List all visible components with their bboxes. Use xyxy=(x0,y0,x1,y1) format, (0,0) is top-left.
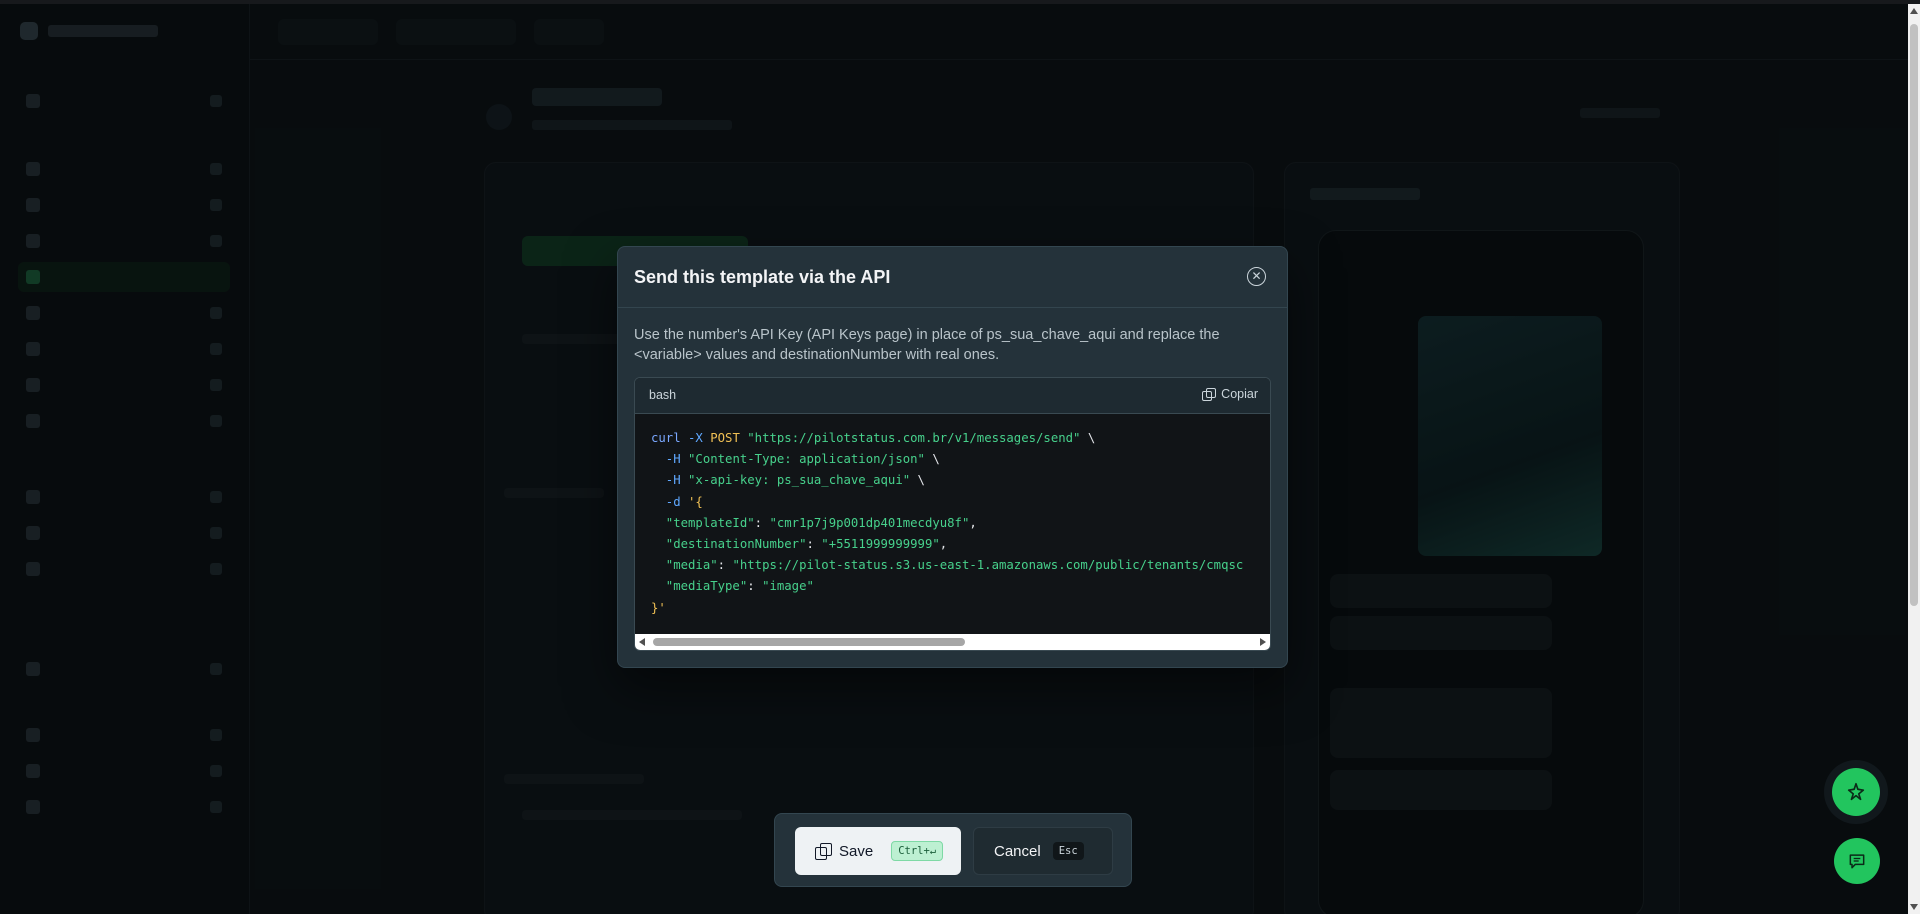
page-scrollbar[interactable] xyxy=(1908,4,1920,914)
code-header: bash Copiar xyxy=(635,378,1270,414)
assistant-fab[interactable] xyxy=(1832,768,1880,816)
code-horizontal-scrollbar[interactable] xyxy=(635,634,1270,650)
code-line: -d '{ xyxy=(651,492,1261,513)
code-token: , xyxy=(939,537,948,552)
code-line: -H "x-api-key: ps_sua_chave_aqui" \ xyxy=(651,470,1261,491)
save-label: Save xyxy=(839,842,874,860)
code-token: POST xyxy=(710,431,740,445)
scroll-left-icon[interactable] xyxy=(639,638,645,646)
send-via-api-dialog: Send this template via the API ✕ Use the… xyxy=(617,246,1288,668)
save-shortcut: Ctrl+↵ xyxy=(891,841,944,861)
code-token: "destinationNumber" xyxy=(651,537,807,552)
code-line: -H "Content-Type: application/json" \ xyxy=(651,449,1261,470)
copy-button[interactable]: Copiar xyxy=(1202,387,1258,401)
code-line: "destinationNumber": "+5511999999999", xyxy=(651,534,1261,555)
code-token: \ xyxy=(924,452,940,467)
code-line: "media": "https://pilot-status.s3.us-eas… xyxy=(651,555,1261,576)
code-token: : xyxy=(806,537,822,552)
scrollbar-thumb[interactable] xyxy=(1910,24,1918,606)
code-line: curl -X POST "https://pilotstatus.com.br… xyxy=(651,428,1261,449)
code-token: "image" xyxy=(762,579,814,594)
dialog-divider xyxy=(618,307,1287,308)
chat-icon xyxy=(1849,854,1865,869)
code-language: bash xyxy=(649,388,677,402)
code-token: "x-api-key: ps_sua_chave_aqui" xyxy=(688,473,911,488)
scroll-down-icon[interactable] xyxy=(1910,904,1918,910)
code-token: "https://pilotstatus.com.br/v1/messages/… xyxy=(747,431,1081,445)
sparkle-icon xyxy=(1847,782,1865,801)
code-content[interactable]: curl -X POST "https://pilotstatus.com.br… xyxy=(651,428,1261,619)
cancel-button[interactable]: Cancel Esc xyxy=(973,827,1113,875)
action-bar: Save Ctrl+↵ Cancel Esc xyxy=(774,813,1132,887)
code-token: -X xyxy=(680,431,711,445)
dialog-description: Use the number's API Key (API Keys page)… xyxy=(634,327,1220,363)
copy-icon xyxy=(1202,387,1217,401)
scroll-up-icon[interactable] xyxy=(1910,8,1918,14)
code-token: : xyxy=(754,515,770,530)
copy-label: Copiar xyxy=(1221,387,1258,401)
code-token: : xyxy=(747,579,763,594)
cancel-label: Cancel xyxy=(994,842,1041,860)
code-token: : xyxy=(717,558,733,573)
code-token: -H xyxy=(651,473,689,488)
code-token: , xyxy=(969,515,977,530)
code-token: "mediaType" xyxy=(651,579,748,594)
code-line: "templateId": "cmr1p7j9p001dp401mecdyu8f… xyxy=(651,513,1261,534)
code-token: "media" xyxy=(651,558,718,573)
code-token: \ xyxy=(910,473,925,488)
code-token: "+5511999999999" xyxy=(821,537,940,552)
code-token: '{ xyxy=(688,494,703,509)
code-token: "https://pilot-status.s3.us-east-1.amazo… xyxy=(732,558,1244,573)
code-line: }' xyxy=(651,598,1261,619)
close-icon[interactable]: ✕ xyxy=(1247,267,1266,286)
scroll-right-icon[interactable] xyxy=(1260,638,1266,646)
code-token: -d xyxy=(651,494,689,509)
code-token: \ xyxy=(1080,431,1096,445)
code-token: "templateId" xyxy=(651,515,755,530)
scrollbar-thumb[interactable] xyxy=(653,638,965,646)
cancel-shortcut: Esc xyxy=(1052,842,1084,860)
code-token: "Content-Type: application/json" xyxy=(688,452,925,467)
code-token: "cmr1p7j9p001dp401mecdyu8f" xyxy=(769,515,970,530)
dialog-title: Send this template via the API xyxy=(634,267,891,287)
code-token: curl xyxy=(651,431,681,445)
code-token: }' xyxy=(651,600,666,615)
save-button[interactable]: Save Ctrl+↵ xyxy=(795,827,961,875)
chat-fab[interactable] xyxy=(1834,838,1880,884)
copy-save-icon xyxy=(815,843,832,860)
code-block: bash Copiar curl -X POST "https://pilots… xyxy=(634,377,1271,651)
code-token: -H xyxy=(651,452,689,467)
code-line: "mediaType": "image" xyxy=(651,576,1261,597)
